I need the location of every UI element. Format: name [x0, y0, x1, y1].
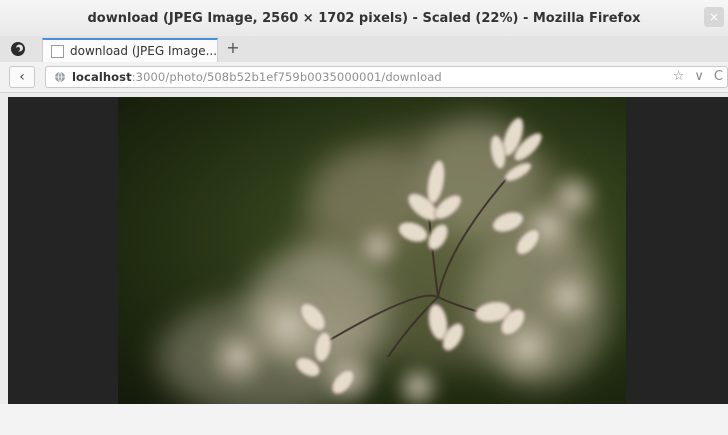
browser-window: download (JPEG Image, 2560 × 1702 pixels… — [0, 0, 728, 435]
close-icon: × — [708, 10, 720, 24]
tab-download[interactable]: download (JPEG Image... — [42, 38, 218, 62]
url-actions: ☆ ∨ C — [673, 69, 723, 85]
navigation-bar: ‹ localhost:3000/photo/508b52b1ef759b003… — [0, 62, 728, 93]
page-icon — [51, 44, 64, 58]
flower-photo-art — [158, 117, 608, 404]
dropdown-icon[interactable]: ∨ — [694, 69, 704, 85]
back-button[interactable]: ‹ — [9, 66, 35, 88]
url-bar[interactable]: localhost:3000/photo/508b52b1ef759b00350… — [45, 66, 728, 88]
reload-icon[interactable]: C — [714, 69, 723, 85]
bookmark-star-icon[interactable]: ☆ — [673, 69, 685, 85]
url-host: localhost — [72, 70, 132, 84]
tab-strip: download (JPEG Image... + — [0, 36, 728, 63]
status-area — [0, 404, 728, 435]
back-arrow-icon: ‹ — [19, 69, 25, 85]
globe-icon — [55, 71, 65, 83]
close-window-button[interactable]: × — [704, 7, 724, 27]
flower-photo[interactable] — [118, 97, 626, 404]
url-text: localhost:3000/photo/508b52b1ef759b00350… — [72, 70, 442, 84]
window-title: download (JPEG Image, 2560 × 1702 pixels… — [87, 10, 641, 26]
tab-label: download (JPEG Image... — [70, 44, 217, 58]
image-viewport — [8, 97, 728, 404]
firefox-icon[interactable] — [9, 40, 27, 58]
new-tab-button[interactable]: + — [225, 40, 241, 56]
url-path: :3000/photo/508b52b1ef759b0035000001/dow… — [131, 70, 442, 84]
title-bar: download (JPEG Image, 2560 × 1702 pixels… — [0, 0, 728, 37]
